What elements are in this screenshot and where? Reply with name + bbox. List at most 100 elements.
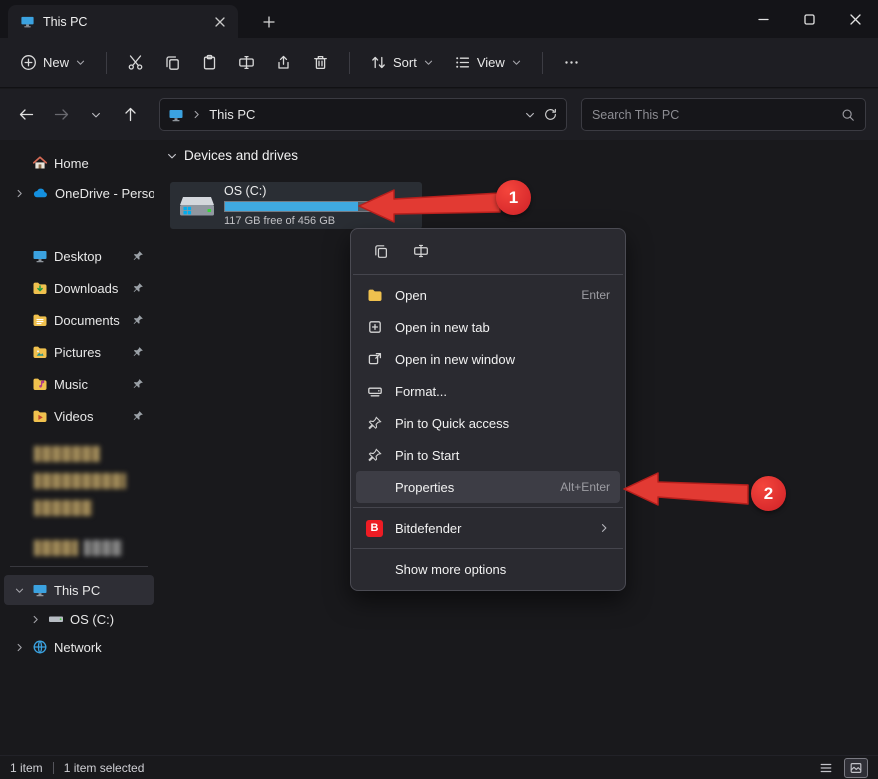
address-bar[interactable]: This PC [159,98,567,131]
sort-button[interactable]: Sort [362,46,442,80]
new-tab-button[interactable] [256,10,282,34]
menu-item-label: Properties [395,480,548,495]
file-explorer-window: This PC New [0,0,878,779]
menu-item-open-in-new-tab[interactable]: Open in new tab [356,311,620,343]
copy-quick-button[interactable] [365,238,397,264]
menu-item-properties[interactable]: Properties Alt+Enter [356,471,620,503]
address-dropdown-icon[interactable] [524,109,536,121]
details-view-button[interactable] [814,758,838,778]
expand-chevron-icon[interactable] [12,642,26,653]
up-arrow-icon [122,106,139,123]
back-button[interactable] [12,100,41,130]
delete-button[interactable] [304,46,337,80]
hard-drive-icon [178,190,216,222]
expand-chevron-icon[interactable] [28,614,42,625]
sidebar-spacer [0,208,158,240]
share-button[interactable] [267,46,300,80]
sidebar-item-network[interactable]: Network [4,633,154,661]
new-button[interactable]: New [12,46,94,80]
this-pc-icon [20,14,35,29]
copy-button[interactable] [156,46,189,80]
redacted-sidebar-item[interactable] [34,500,158,516]
sidebar-item-os-c[interactable]: OS (C:) [4,605,154,633]
videos-icon [32,408,48,424]
menu-separator [353,507,623,508]
step-badge-1: 1 [496,180,531,215]
menu-item-show-more-options[interactable]: Show more options [356,553,620,585]
copy-icon [164,54,181,71]
menu-item-label: Open in new window [395,352,598,367]
menu-separator [353,548,623,549]
trash-icon [312,54,329,71]
menu-item-bitdefender[interactable]: B Bitdefender [356,512,620,544]
section-collapse-icon[interactable] [166,150,178,162]
menu-item-pin-to-quick-access[interactable]: Pin to Quick access [356,407,620,439]
sidebar-item-home[interactable]: Home [4,148,154,178]
drive-item-os-c[interactable]: OS (C:) 117 GB free of 456 GB [170,182,422,229]
expand-chevron-icon[interactable] [12,188,26,199]
this-pc-icon [32,582,48,598]
thumbnail-view-button[interactable] [844,758,868,778]
sidebar-item-music[interactable]: Music [4,368,154,400]
sidebar-item-documents[interactable]: Documents [4,304,154,336]
menu-item-format[interactable]: Format... [356,375,620,407]
music-icon [32,376,48,392]
maximize-button[interactable] [786,0,832,38]
up-button[interactable] [116,100,145,130]
pin-icon [132,346,144,358]
tab-this-pc[interactable]: This PC [8,5,238,38]
format-drive-icon [366,383,383,400]
sidebar-item-desktop[interactable]: Desktop [4,240,154,272]
refresh-icon[interactable] [543,107,558,122]
chevron-down-icon [511,57,522,68]
drive-icon [48,611,64,627]
menu-item-label: Pin to Quick access [395,416,598,431]
downloads-icon [32,280,48,296]
close-icon [850,14,861,25]
forward-button[interactable] [47,100,76,130]
menu-item-shortcut: Enter [581,288,610,302]
search-box[interactable] [581,98,866,131]
sidebar-item-videos[interactable]: Videos [4,400,154,432]
recent-locations-button[interactable] [82,100,111,130]
redacted-sidebar-item[interactable] [34,473,158,489]
sidebar-item-label: Home [54,156,154,171]
menu-item-pin-to-start[interactable]: Pin to Start [356,439,620,471]
sidebar-item-onedrive[interactable]: OneDrive - Persona [4,178,154,208]
paste-button[interactable] [193,46,226,80]
search-input[interactable] [592,108,833,122]
sidebar-item-this-pc[interactable]: This PC [4,575,154,605]
collapse-chevron-icon[interactable] [12,585,26,596]
rename-quick-button[interactable] [405,238,437,264]
sidebar-item-downloads[interactable]: Downloads [4,272,154,304]
toolbar-separator [542,52,543,74]
redacted-sidebar-item[interactable] [34,446,158,462]
tab-close-button[interactable] [210,12,230,32]
section-devices-and-drives[interactable]: Devices and drives [160,142,878,163]
redacted-sidebar-item[interactable] [34,540,158,556]
onedrive-cloud-icon [32,185,49,202]
menu-item-open[interactable]: Open Enter [356,279,620,311]
sidebar-item-pictures[interactable]: Pictures [4,336,154,368]
drive-usage-fill [225,202,358,211]
menu-item-label: Format... [395,384,598,399]
menu-item-open-in-new-window[interactable]: Open in new window [356,343,620,375]
home-icon [32,155,48,171]
cut-button[interactable] [119,46,152,80]
documents-icon [32,312,48,328]
rename-icon [238,54,255,71]
minimize-button[interactable] [740,0,786,38]
menu-item-label: Open [395,288,569,303]
network-icon [32,639,48,655]
window-controls [740,0,878,38]
view-button[interactable]: View [446,46,530,80]
rename-button[interactable] [230,46,263,80]
navigation-bar: This PC [0,89,878,140]
pin-icon [132,378,144,390]
status-bar: 1 item 1 item selected [0,755,878,779]
new-button-label: New [43,55,69,70]
selection-count: 1 item selected [64,761,145,775]
menu-item-label: Pin to Start [395,448,598,463]
more-options-button[interactable] [555,46,588,80]
close-window-button[interactable] [832,0,878,38]
